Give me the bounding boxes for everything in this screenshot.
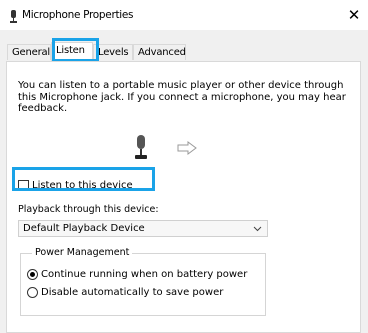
tab-general[interactable]: General [7, 44, 51, 60]
radio-disable[interactable] [27, 287, 38, 298]
microphone-icon [135, 135, 147, 159]
microphone-icon [10, 10, 17, 23]
power-management-title: Power Management [32, 247, 133, 259]
power-option-label[interactable]: Continue running when on battery power [41, 268, 247, 281]
tab-highlight-box [52, 38, 99, 62]
radio-continue[interactable] [27, 269, 38, 280]
title-bar: Microphone Properties ✕ [0, 0, 368, 30]
listen-panel: You can listen to a portable music playe… [6, 61, 361, 333]
listen-description: You can listen to a portable music playe… [18, 80, 346, 114]
close-button[interactable]: ✕ [340, 4, 368, 26]
window-title: Microphone Properties [22, 9, 134, 21]
playback-device-value: Default Playback Device [23, 223, 145, 234]
radio-selected-dot [30, 272, 35, 277]
power-option-label[interactable]: Disable automatically to save power [41, 286, 223, 299]
arrow-right-icon [177, 141, 197, 155]
tab-advanced[interactable]: Advanced [133, 44, 186, 60]
playback-device-dropdown[interactable]: Default Playback Device [18, 220, 268, 237]
tab-levels[interactable]: Levels [93, 44, 133, 60]
chevron-down-icon [253, 226, 262, 232]
dialog-body: General Listen Levels Advanced You can l… [0, 30, 368, 333]
playback-label: Playback through this device: [18, 204, 159, 215]
power-management-group: Power Management Continue running when o… [20, 247, 266, 316]
listen-highlight-box [12, 167, 155, 191]
